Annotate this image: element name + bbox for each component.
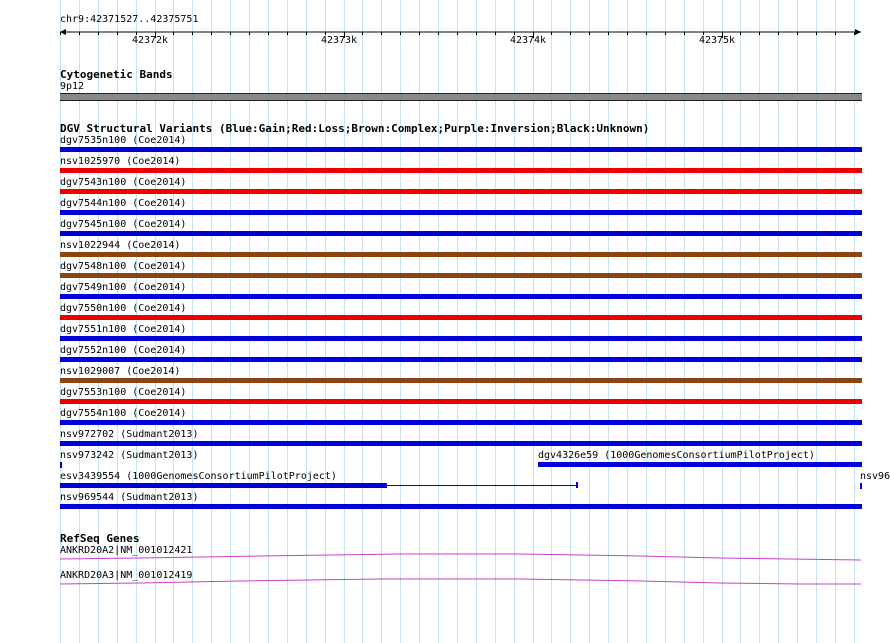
variant-label: dgv7535n100 (Coe2014) bbox=[60, 135, 187, 146]
cytoband-bar[interactable] bbox=[60, 93, 862, 101]
variant-label: dgv7552n100 (Coe2014) bbox=[60, 345, 187, 356]
variant-bar[interactable] bbox=[60, 441, 862, 446]
variant-bar[interactable] bbox=[60, 294, 862, 299]
variant-label: dgv4326e59 (1000GenomesConsortiumPilotPr… bbox=[538, 450, 815, 461]
ruler-right-arrow bbox=[855, 29, 861, 35]
variant-label: dgv7550n100 (Coe2014) bbox=[60, 303, 187, 314]
variant-bar[interactable] bbox=[60, 147, 862, 152]
variant-label: dgv7553n100 (Coe2014) bbox=[60, 387, 187, 398]
variant-bar[interactable] bbox=[60, 399, 862, 404]
ruler-tick-label: 42374k bbox=[509, 35, 547, 46]
variant-bar[interactable] bbox=[60, 210, 862, 215]
ruler-tick-label: 42373k bbox=[320, 35, 358, 46]
ruler-ticks bbox=[60, 32, 855, 38]
variant-label: nsv972702 (Sudmant2013) bbox=[60, 429, 199, 440]
variant-bar[interactable] bbox=[60, 336, 862, 341]
variant-bar[interactable] bbox=[60, 462, 62, 468]
variant-bar[interactable] bbox=[60, 357, 862, 362]
gene-model-ankrd20a3[interactable] bbox=[59, 578, 861, 585]
variant-label: dgv7549n100 (Coe2014) bbox=[60, 282, 187, 293]
variant-label: dgv7543n100 (Coe2014) bbox=[60, 177, 187, 188]
variant-label: dgv7554n100 (Coe2014) bbox=[60, 408, 187, 419]
variant-bar[interactable] bbox=[60, 273, 862, 278]
variant-label: nsv1025970 (Coe2014) bbox=[60, 156, 181, 167]
variant-label: dgv7551n100 (Coe2014) bbox=[60, 324, 187, 335]
variant-bar[interactable] bbox=[60, 189, 862, 194]
variant-label: dgv7544n100 (Coe2014) bbox=[60, 198, 187, 209]
refseq-gene-models bbox=[59, 553, 862, 585]
variant-bar[interactable] bbox=[60, 378, 862, 383]
variant-bar[interactable] bbox=[60, 315, 862, 320]
gene-model-ankrd20a2[interactable] bbox=[59, 553, 862, 561]
ruler-tick-label: 42372k bbox=[131, 35, 169, 46]
variant-connector bbox=[387, 485, 577, 486]
variant-label: nsv1029007 (Coe2014) bbox=[60, 366, 181, 377]
cytoband-label: 9p12 bbox=[60, 81, 85, 92]
variant-label: nsv973242 (Sudmant2013) bbox=[60, 450, 199, 461]
variant-label: dgv7545n100 (Coe2014) bbox=[60, 219, 187, 230]
variant-bar[interactable] bbox=[538, 462, 862, 467]
variant-end-cap bbox=[576, 482, 578, 488]
variant-label: dgv7548n100 (Coe2014) bbox=[60, 261, 187, 272]
variant-label: nsv1022944 (Coe2014) bbox=[60, 240, 181, 251]
variant-bar[interactable] bbox=[60, 252, 862, 257]
cytoband-track-title: Cytogenetic Bands bbox=[60, 68, 173, 81]
variant-bar[interactable] bbox=[860, 483, 862, 489]
variant-label: esv3439554 (1000GenomesConsortiumPilotPr… bbox=[60, 471, 337, 482]
ruler-tick-label: 42375k bbox=[698, 35, 736, 46]
variant-label: nsv96 bbox=[860, 471, 890, 482]
variant-bar[interactable] bbox=[60, 231, 862, 236]
variant-label: nsv969544 (Sudmant2013) bbox=[60, 492, 199, 503]
variant-bar[interactable] bbox=[60, 420, 862, 425]
refseq-track-title: RefSeq Genes bbox=[60, 532, 140, 545]
dgv-track-title: DGV Structural Variants (Blue:Gain;Red:L… bbox=[60, 122, 650, 135]
variant-bar[interactable] bbox=[60, 483, 387, 488]
variant-bar[interactable] bbox=[60, 504, 862, 509]
variant-bar[interactable] bbox=[60, 168, 862, 173]
